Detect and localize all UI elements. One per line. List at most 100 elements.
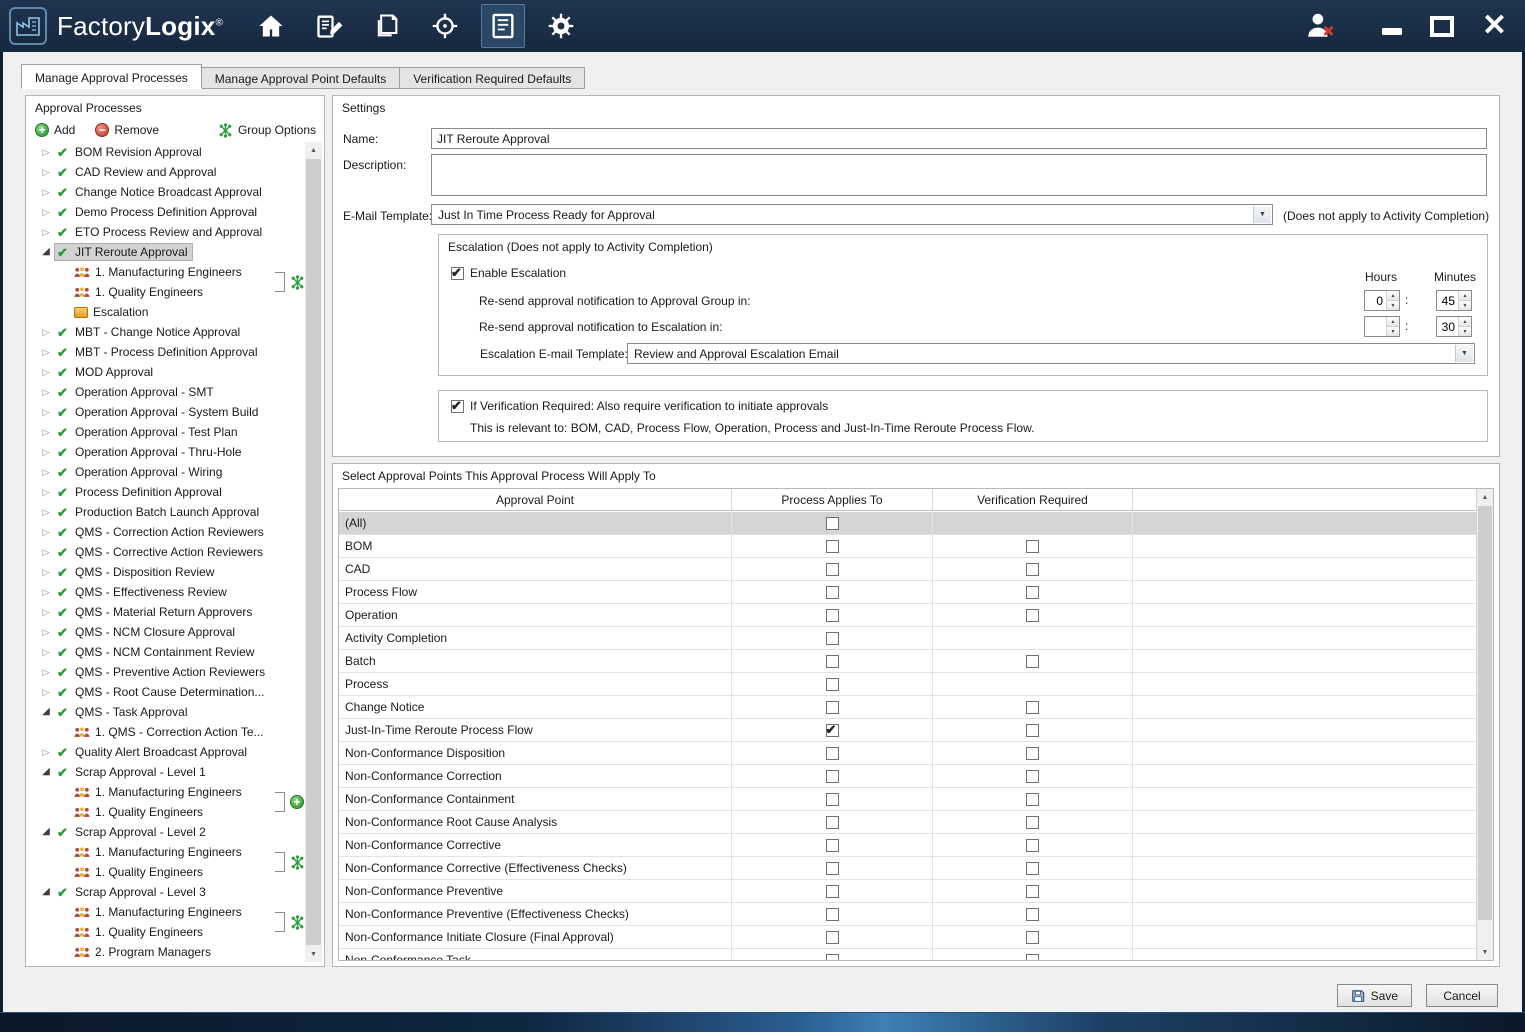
checkbox[interactable]: [826, 793, 839, 806]
tree-item-process[interactable]: ▷✔ETO Process Review and Approval: [28, 222, 304, 242]
tree-item-process[interactable]: ▷✔Production Batch Launch Approval: [28, 502, 304, 522]
scroll-down-icon[interactable]: ▼: [1477, 944, 1493, 960]
checkbox[interactable]: [826, 770, 839, 783]
checkbox[interactable]: [1026, 770, 1039, 783]
tree-item-process[interactable]: ◢✔Scrap Approval - Level 3: [28, 882, 304, 902]
expand-icon[interactable]: ▷: [38, 208, 54, 217]
documents-icon[interactable]: [365, 4, 409, 48]
expand-icon[interactable]: ▷: [38, 228, 54, 237]
checkbox[interactable]: [826, 563, 839, 576]
remove-button[interactable]: − Remove: [95, 123, 159, 137]
checkbox[interactable]: [826, 701, 839, 714]
dropdown-arrow-icon[interactable]: ▼: [1455, 345, 1473, 362]
checkbox[interactable]: [826, 747, 839, 760]
checkbox[interactable]: [1026, 816, 1039, 829]
tree-item-process[interactable]: ▷✔Operation Approval - System Build: [28, 402, 304, 422]
checkbox[interactable]: [826, 839, 839, 852]
checkbox[interactable]: [826, 540, 839, 553]
tree-item-process[interactable]: ◢✔JIT Reroute Approval: [28, 242, 304, 262]
checkbox[interactable]: [1026, 609, 1039, 622]
minimize-button[interactable]: [1382, 18, 1402, 35]
spinner-arrows-icon[interactable]: ▲▼: [1458, 291, 1471, 310]
escalation-template-select[interactable]: Review and Approval Escalation Email ▼: [627, 343, 1475, 364]
scroll-up-icon[interactable]: ▲: [1477, 489, 1493, 505]
checkbox[interactable]: [1026, 862, 1039, 875]
checkbox[interactable]: [1026, 793, 1039, 806]
tree-item-escalation[interactable]: Escalation: [28, 302, 304, 322]
checkbox[interactable]: [451, 267, 464, 280]
tree-item-process[interactable]: ▷✔QMS - Preventive Action Reviewers: [28, 662, 304, 682]
home-icon[interactable]: [249, 4, 293, 48]
tree-item-process[interactable]: ▷✔QMS - Corrective Action Reviewers: [28, 542, 304, 562]
checkbox[interactable]: [826, 816, 839, 829]
expand-icon[interactable]: ▷: [38, 568, 54, 577]
tree-item-process[interactable]: ▷✔Operation Approval - Test Plan: [28, 422, 304, 442]
checkbox[interactable]: [826, 931, 839, 944]
checkbox[interactable]: [451, 400, 464, 413]
approvals-icon[interactable]: [481, 4, 525, 48]
checkbox[interactable]: [1026, 724, 1039, 737]
tree-item-process[interactable]: ◢✔QMS - Task Approval: [28, 702, 304, 722]
checkbox[interactable]: [826, 678, 839, 691]
checkbox[interactable]: [826, 586, 839, 599]
checkbox[interactable]: [826, 655, 839, 668]
tree-item-process[interactable]: ▷✔Operation Approval - SMT: [28, 382, 304, 402]
expand-icon[interactable]: ▷: [38, 408, 54, 417]
tree-item-process[interactable]: ▷✔Change Notice Broadcast Approval: [28, 182, 304, 202]
tree-item-process[interactable]: ▷✔QMS - NCM Closure Approval: [28, 622, 304, 642]
tree-item-process[interactable]: ▷✔MOD Approval: [28, 362, 304, 382]
checkbox[interactable]: [1026, 586, 1039, 599]
collapse-icon[interactable]: ◢: [38, 247, 54, 257]
verification-required-checkbox[interactable]: If Verification Required: Also require v…: [451, 399, 828, 413]
work-instructions-icon[interactable]: [307, 4, 351, 48]
expand-icon[interactable]: ▷: [38, 148, 54, 157]
checkbox[interactable]: [1026, 908, 1039, 921]
resend-group-hours-input[interactable]: [1365, 291, 1386, 310]
checkbox[interactable]: [1026, 931, 1039, 944]
tree-item-group[interactable]: 1. Quality Engineers: [28, 282, 304, 302]
tree-item-process[interactable]: ▷✔QMS - NCM Containment Review: [28, 642, 304, 662]
crosshair-icon[interactable]: [423, 4, 467, 48]
checkbox[interactable]: [1026, 839, 1039, 852]
description-input[interactable]: [431, 154, 1487, 196]
tree-item-process[interactable]: ▷✔Operation Approval - Thru-Hole: [28, 442, 304, 462]
tree-item-group[interactable]: 1. Quality Engineers: [28, 802, 304, 822]
tree-item-process[interactable]: ▷✔QMS - Effectiveness Review: [28, 582, 304, 602]
expand-icon[interactable]: ▷: [38, 468, 54, 477]
tree-item-process[interactable]: ▷✔QMS - Disposition Review: [28, 562, 304, 582]
add-button[interactable]: + Add: [35, 123, 75, 137]
checkbox[interactable]: [1026, 701, 1039, 714]
scroll-down-icon[interactable]: ▼: [305, 946, 322, 962]
checkbox[interactable]: [1026, 747, 1039, 760]
checkbox[interactable]: [826, 517, 839, 530]
checkbox[interactable]: [826, 609, 839, 622]
tree-item-group[interactable]: 1. Quality Engineers: [28, 922, 304, 942]
tree-item-group[interactable]: 1. Quality Engineers: [28, 862, 304, 882]
tree-item-process[interactable]: ▷✔Process Definition Approval: [28, 482, 304, 502]
tree-item-process[interactable]: ▷✔CAD Review and Approval: [28, 162, 304, 182]
tree-item-group[interactable]: 1. Manufacturing Engineers+: [28, 782, 304, 802]
tab-verification-required-defaults[interactable]: Verification Required Defaults: [399, 67, 585, 89]
checkbox[interactable]: [1026, 540, 1039, 553]
tab-manage-approval-processes[interactable]: Manage Approval Processes: [21, 64, 202, 89]
tree-item-group[interactable]: 1. Manufacturing Engineers: [28, 262, 304, 282]
tree-item-process[interactable]: ▷✔MBT - Process Definition Approval: [28, 342, 304, 362]
expand-icon[interactable]: ▷: [38, 648, 54, 657]
tree-item-process[interactable]: ▷✔Quality Alert Broadcast Approval: [28, 742, 304, 762]
expand-icon[interactable]: ▷: [38, 688, 54, 697]
expand-icon[interactable]: ▷: [38, 628, 54, 637]
table-scrollbar-thumb[interactable]: [1478, 506, 1492, 920]
close-button[interactable]: ✕: [1482, 11, 1507, 41]
expand-icon[interactable]: ▷: [38, 748, 54, 757]
expand-icon[interactable]: ▷: [38, 588, 54, 597]
resend-escalation-minutes-spinner[interactable]: ▲▼: [1436, 316, 1472, 337]
tree-item-process[interactable]: ▷✔QMS - Material Return Approvers: [28, 602, 304, 622]
checkbox[interactable]: [826, 954, 839, 961]
expand-icon[interactable]: ▷: [38, 328, 54, 337]
tree-item-group[interactable]: 1. Manufacturing Engineers: [28, 842, 304, 862]
user-logout-icon[interactable]: [1304, 11, 1336, 42]
dropdown-arrow-icon[interactable]: ▼: [1253, 206, 1271, 223]
tree-item-process[interactable]: ▷✔MBT - Change Notice Approval: [28, 322, 304, 342]
expand-icon[interactable]: ▷: [38, 528, 54, 537]
expand-icon[interactable]: ▷: [38, 548, 54, 557]
